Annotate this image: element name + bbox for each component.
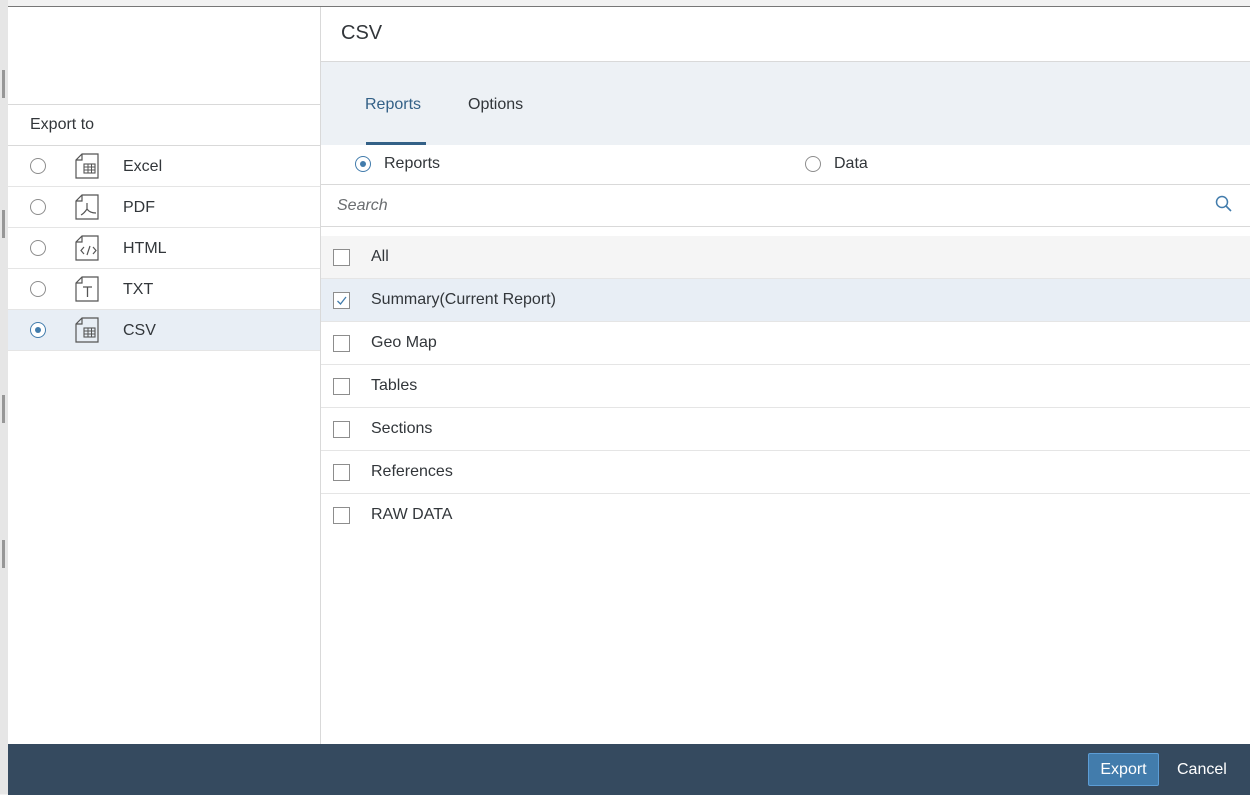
checkbox[interactable] xyxy=(333,507,350,524)
format-radio-pdf[interactable] xyxy=(30,199,46,215)
mode-radio-data[interactable] xyxy=(805,156,821,172)
list-item-label: Tables xyxy=(371,377,418,394)
format-label: TXT xyxy=(123,281,154,298)
backdrop-mark xyxy=(2,70,5,98)
export-to-header: Export to xyxy=(8,104,320,146)
dialog-title: CSV xyxy=(341,22,383,44)
list-item-label: References xyxy=(371,463,453,480)
search-icon[interactable] xyxy=(1214,194,1234,214)
export-button[interactable]: Export xyxy=(1088,753,1159,786)
list-item[interactable]: Geo Map xyxy=(321,322,1250,365)
export-options-panel: CSV Reports Options Reports Data All xyxy=(321,7,1250,744)
format-radio-csv[interactable] xyxy=(30,322,46,338)
search-input[interactable] xyxy=(321,185,1219,227)
mode-radio-reports[interactable] xyxy=(355,156,371,172)
list-item-label: RAW DATA xyxy=(371,506,453,523)
list-item-all[interactable]: All xyxy=(321,236,1250,279)
spreadsheet-doc-icon xyxy=(75,317,99,343)
format-radio-html[interactable] xyxy=(30,240,46,256)
tab-bar: Reports Options xyxy=(321,61,1250,145)
format-item-excel[interactable]: Excel xyxy=(8,146,320,187)
backdrop-edge xyxy=(0,0,8,794)
list-item[interactable]: Tables xyxy=(321,365,1250,408)
code-doc-icon xyxy=(75,235,99,261)
pdf-doc-icon xyxy=(75,194,99,220)
checkbox[interactable] xyxy=(333,464,350,481)
format-radio-txt[interactable] xyxy=(30,281,46,297)
tab-options[interactable]: Options xyxy=(468,96,523,114)
list-item-label: Geo Map xyxy=(371,334,437,351)
dialog-footer: Export Cancel xyxy=(8,744,1250,795)
mode-label-data[interactable]: Data xyxy=(834,145,868,183)
list-item[interactable]: References xyxy=(321,451,1250,494)
format-item-csv[interactable]: CSV xyxy=(8,310,320,351)
check-icon xyxy=(337,296,347,305)
list-item[interactable]: Sections xyxy=(321,408,1250,451)
export-dialog: Export to Excel PDF HTML TXT CSV CSV Rep… xyxy=(8,6,1250,795)
list-item[interactable]: RAW DATA xyxy=(321,494,1250,537)
export-mode-selector: Reports Data xyxy=(321,145,1250,185)
checkbox[interactable] xyxy=(333,421,350,438)
cancel-button[interactable]: Cancel xyxy=(1171,753,1233,786)
format-radio-excel[interactable] xyxy=(30,158,46,174)
checkbox[interactable] xyxy=(333,292,350,309)
list-item-label: Summary(Current Report) xyxy=(371,291,556,308)
format-label: HTML xyxy=(123,240,167,257)
backdrop-mark xyxy=(2,395,5,423)
format-label: PDF xyxy=(123,199,155,216)
list-item-label: Sections xyxy=(371,420,433,437)
checkbox-all[interactable] xyxy=(333,249,350,266)
format-item-pdf[interactable]: PDF xyxy=(8,187,320,228)
format-list: Excel PDF HTML TXT CSV xyxy=(8,146,320,351)
text-doc-icon xyxy=(75,276,99,302)
backdrop-mark xyxy=(2,540,5,568)
export-format-panel: Export to Excel PDF HTML TXT CSV xyxy=(8,7,321,744)
search-bar xyxy=(321,185,1250,227)
format-label: Excel xyxy=(123,158,163,175)
list-item-label: All xyxy=(371,248,389,265)
report-list: All Summary(Current Report) Geo Map Tabl… xyxy=(321,236,1250,537)
spreadsheet-doc-icon xyxy=(75,153,99,179)
format-label: CSV xyxy=(123,322,156,339)
checkbox[interactable] xyxy=(333,378,350,395)
tab-reports[interactable]: Reports xyxy=(365,96,421,114)
format-item-txt[interactable]: TXT xyxy=(8,269,320,310)
mode-label-reports[interactable]: Reports xyxy=(384,145,440,183)
checkbox[interactable] xyxy=(333,335,350,352)
list-item[interactable]: Summary(Current Report) xyxy=(321,279,1250,322)
backdrop-mark xyxy=(2,210,5,238)
format-item-html[interactable]: HTML xyxy=(8,228,320,269)
